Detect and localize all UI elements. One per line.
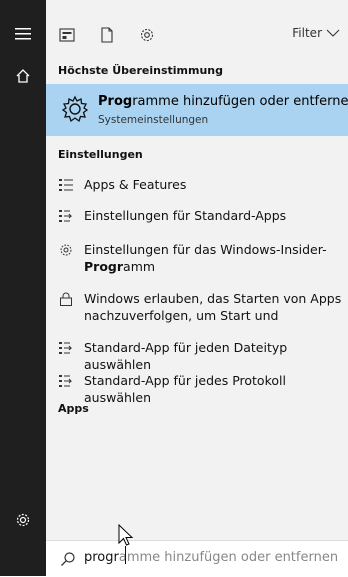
- gear-icon: [58, 242, 74, 258]
- search-box[interactable]: programme hinzufügen oder entfernen: [46, 540, 348, 577]
- settings-gear-icon[interactable]: [11, 508, 35, 532]
- settings-filter-icon[interactable]: [136, 24, 158, 46]
- best-match-subtitle: Systemeinstellungen: [98, 114, 209, 126]
- default-apps-icon: [58, 373, 74, 389]
- home-icon[interactable]: [11, 64, 35, 88]
- apps-list-icon: [58, 177, 74, 193]
- search-icon: [60, 551, 76, 567]
- insider-line1: Einstellungen für das Windows-Insider-: [84, 242, 327, 257]
- hamburger-menu-icon[interactable]: [11, 22, 35, 46]
- section-best-match: Höchste Übereinstimmung: [58, 64, 223, 77]
- mouse-pointer-icon: [118, 523, 138, 550]
- best-match-result[interactable]: Programme hinzufügen oder entfernen Syst…: [46, 84, 348, 136]
- track-line2: nachzuverfolgen, um Start und: [84, 308, 279, 323]
- search-input[interactable]: programme hinzufügen oder entfernen: [84, 550, 338, 565]
- search-results-panel: Filter Höchste Übereinstimmung Programme…: [46, 0, 348, 577]
- filter-dropdown[interactable]: Filter: [292, 26, 340, 40]
- track-line1: Windows erlauben, das Starten von Apps: [84, 291, 342, 306]
- lock-icon: [58, 291, 74, 307]
- insider-line2: Programm: [84, 259, 156, 274]
- start-rail: [0, 0, 46, 576]
- default-apps-icon: [58, 340, 74, 356]
- best-match-title: Programme hinzufügen oder entfernen: [98, 94, 348, 109]
- filter-label: Filter: [292, 26, 322, 40]
- apps-filter-icon[interactable]: [56, 24, 78, 46]
- gear-icon: [60, 94, 90, 124]
- section-settings: Einstellungen: [58, 148, 143, 161]
- default-apps-icon: [58, 208, 74, 224]
- chevron-down-icon: [326, 29, 340, 37]
- results-toolbar: Filter: [46, 18, 348, 52]
- documents-filter-icon[interactable]: [96, 24, 118, 46]
- section-apps: Apps: [58, 402, 89, 415]
